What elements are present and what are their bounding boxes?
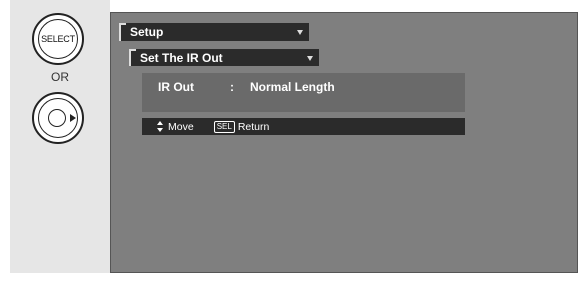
- tv-screen: Setup Set The IR Out IR Out : Normal Len…: [110, 12, 578, 273]
- submenu-label: Set The IR Out: [140, 50, 223, 65]
- submenu-tab-marker: [129, 49, 136, 66]
- menu-setup-bar[interactable]: Setup: [119, 23, 309, 41]
- enter-button[interactable]: [32, 92, 84, 144]
- setting-separator: :: [230, 80, 234, 94]
- right-arrow-icon: [70, 114, 76, 122]
- select-button[interactable]: SELECT: [32, 13, 84, 65]
- help-bar: Move SEL Return: [142, 118, 465, 135]
- setting-value: Normal Length: [250, 80, 335, 94]
- return-label: Return: [237, 120, 270, 133]
- setting-name: IR Out: [158, 80, 194, 94]
- enter-ring-icon: [48, 109, 66, 127]
- or-label: OR: [51, 70, 69, 84]
- remote-panel: SELECT OR: [10, 0, 110, 273]
- submenu-bar[interactable]: Set The IR Out: [129, 49, 319, 66]
- menu-tab-marker: [119, 23, 126, 41]
- chevron-down-icon: [307, 55, 313, 61]
- chevron-down-icon: [297, 30, 303, 35]
- sel-badge-icon: SEL: [213, 120, 235, 133]
- ir-out-row[interactable]: IR Out : Normal Length: [158, 80, 335, 94]
- move-label: Move: [168, 120, 194, 133]
- enter-button-face: [38, 98, 78, 138]
- up-down-arrow-icon: [156, 120, 164, 133]
- settings-panel: IR Out : Normal Length: [142, 73, 465, 112]
- select-button-label: SELECT: [38, 19, 78, 59]
